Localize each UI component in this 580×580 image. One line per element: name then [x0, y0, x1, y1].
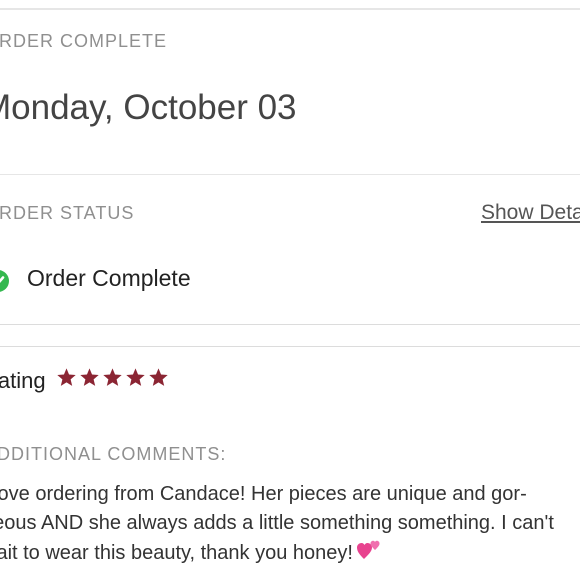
two-hearts-icon — [356, 538, 383, 571]
star-icon — [126, 368, 145, 386]
show-details-link[interactable]: Show Details — [481, 201, 580, 225]
additional-comments-label: ADDITIONAL COMMENTS: — [0, 444, 227, 464]
comment-line-text: wait to wear this beauty, thank you hone… — [0, 542, 353, 564]
divider — [0, 8, 580, 10]
comment-line: geous AND she always adds a little somet… — [0, 512, 554, 534]
divider — [0, 346, 580, 347]
order-detail-page: ORDER COMPLETE Monday, October 03 ORDER … — [0, 0, 580, 580]
check-circle-icon — [0, 270, 9, 292]
star-icon — [80, 368, 99, 386]
order-status-label: ORDER STATUS — [0, 203, 135, 223]
order-status-value: Order Complete — [27, 265, 191, 291]
order-complete-label: ORDER COMPLETE — [0, 31, 168, 51]
order-date: Monday, October 03 — [0, 88, 297, 127]
star-icon — [103, 368, 122, 386]
review-comment: I love ordering from Candace! Her pieces… — [0, 480, 580, 571]
rating-stars — [56, 367, 169, 388]
comment-line: wait to wear this beauty, thank you hone… — [0, 538, 580, 571]
star-icon — [57, 368, 76, 386]
comment-line: I love ordering from Candace! Her pieces… — [0, 483, 527, 505]
star-icon — [149, 368, 168, 386]
divider — [0, 174, 580, 175]
rating-label: Rating — [0, 368, 46, 393]
divider — [0, 324, 580, 325]
